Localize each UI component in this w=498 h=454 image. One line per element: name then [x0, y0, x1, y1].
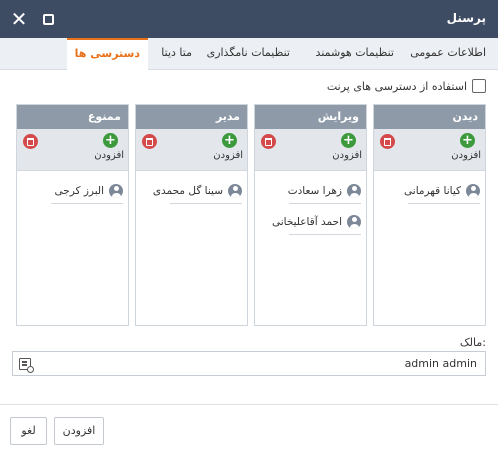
column-toolbar: + افزودن: [17, 129, 128, 171]
add-label: افزودن: [213, 150, 243, 161]
tab-general-info[interactable]: اطلاعات عمومی: [402, 38, 494, 70]
title-bar: پرسنل ✕: [0, 0, 498, 38]
dialog-footer: افزودن لغو: [0, 404, 498, 454]
plus-circle-icon: +: [341, 133, 356, 148]
member-item[interactable]: سینا گل محمدی: [153, 178, 242, 204]
column-title: مدیر: [136, 105, 247, 129]
trash-icon[interactable]: [142, 134, 157, 149]
add-button[interactable]: افزودن: [54, 417, 104, 445]
plus-circle-icon: +: [460, 133, 475, 148]
member-item[interactable]: زهرا سعادت: [287, 178, 361, 204]
trash-icon[interactable]: [380, 134, 395, 149]
owner-value: admin admin: [404, 357, 477, 370]
checkbox-box[interactable]: [472, 79, 486, 93]
column-title: دیدن: [374, 105, 485, 129]
member-item[interactable]: کیانا قهرمانی: [404, 178, 480, 204]
permission-column-view: دیدن + افزودن کیانا قهرمانی: [373, 104, 486, 326]
user-avatar-icon: [466, 183, 480, 198]
member-item[interactable]: احمد آقاعلیخانی: [272, 209, 361, 235]
trash-icon[interactable]: [23, 134, 38, 149]
cancel-button[interactable]: لغو: [10, 417, 47, 445]
use-parent-access-label: استفاده از دسترسی های پرنت: [326, 79, 467, 93]
column-toolbar: + افزودن: [255, 129, 366, 171]
member-name: البرز کرجی: [54, 184, 104, 197]
select-user-icon[interactable]: [19, 358, 34, 373]
add-member-button[interactable]: + افزودن: [203, 133, 243, 167]
tab-bar: اطلاعات عمومی تنظیمات هوشمند تنظیمات نام…: [0, 38, 498, 71]
use-parent-access-checkbox[interactable]: استفاده از دسترسی های پرنت: [327, 78, 486, 94]
plus-circle-icon: +: [103, 133, 118, 148]
maximize-icon[interactable]: [38, 9, 58, 29]
member-name: سینا گل محمدی: [152, 184, 223, 197]
permission-column-forbidden: ممنوع + افزودن البرز کرجی: [16, 104, 129, 326]
plus-circle-icon: +: [222, 133, 237, 148]
owner-field[interactable]: admin admin: [12, 351, 486, 376]
column-title: ممنوع: [17, 105, 128, 129]
tab-metadata[interactable]: متا دیتا: [153, 38, 200, 70]
add-member-button[interactable]: + افزودن: [441, 133, 481, 167]
member-name: کیانا قهرمانی: [404, 184, 461, 197]
member-name: احمد آقاعلیخانی: [271, 215, 342, 228]
add-member-button[interactable]: + افزودن: [84, 133, 124, 167]
trash-icon[interactable]: [261, 134, 276, 149]
column-title: ویرایش: [255, 105, 366, 129]
user-avatar-icon: [347, 183, 361, 198]
permission-column-manager: مدیر + افزودن سینا گل محمدی: [135, 104, 248, 326]
permission-column-edit: ویرایش + افزودن زهرا سعادت احمد آقاعلیخا…: [254, 104, 367, 326]
tab-smart-settings[interactable]: تنظیمات هوشمند: [308, 38, 402, 70]
member-item[interactable]: البرز کرجی: [51, 178, 123, 204]
member-name: زهرا سعادت: [287, 184, 342, 197]
close-icon[interactable]: ✕: [9, 9, 29, 29]
tab-naming-settings[interactable]: تنظیمات نامگذاری: [199, 38, 298, 70]
user-avatar-icon: [109, 183, 123, 198]
owner-label: مالک:: [459, 336, 486, 349]
add-label: افزودن: [451, 150, 481, 161]
tab-permissions[interactable]: دسترسی ها: [66, 38, 148, 71]
column-toolbar: + افزودن: [136, 129, 247, 171]
user-avatar-icon: [347, 214, 361, 229]
window-title: پرسنل: [446, 11, 486, 25]
add-label: افزودن: [332, 150, 362, 161]
add-label: افزودن: [94, 150, 124, 161]
add-member-button[interactable]: + افزودن: [322, 133, 362, 167]
user-avatar-icon: [228, 183, 242, 198]
column-toolbar: + افزودن: [374, 129, 485, 171]
